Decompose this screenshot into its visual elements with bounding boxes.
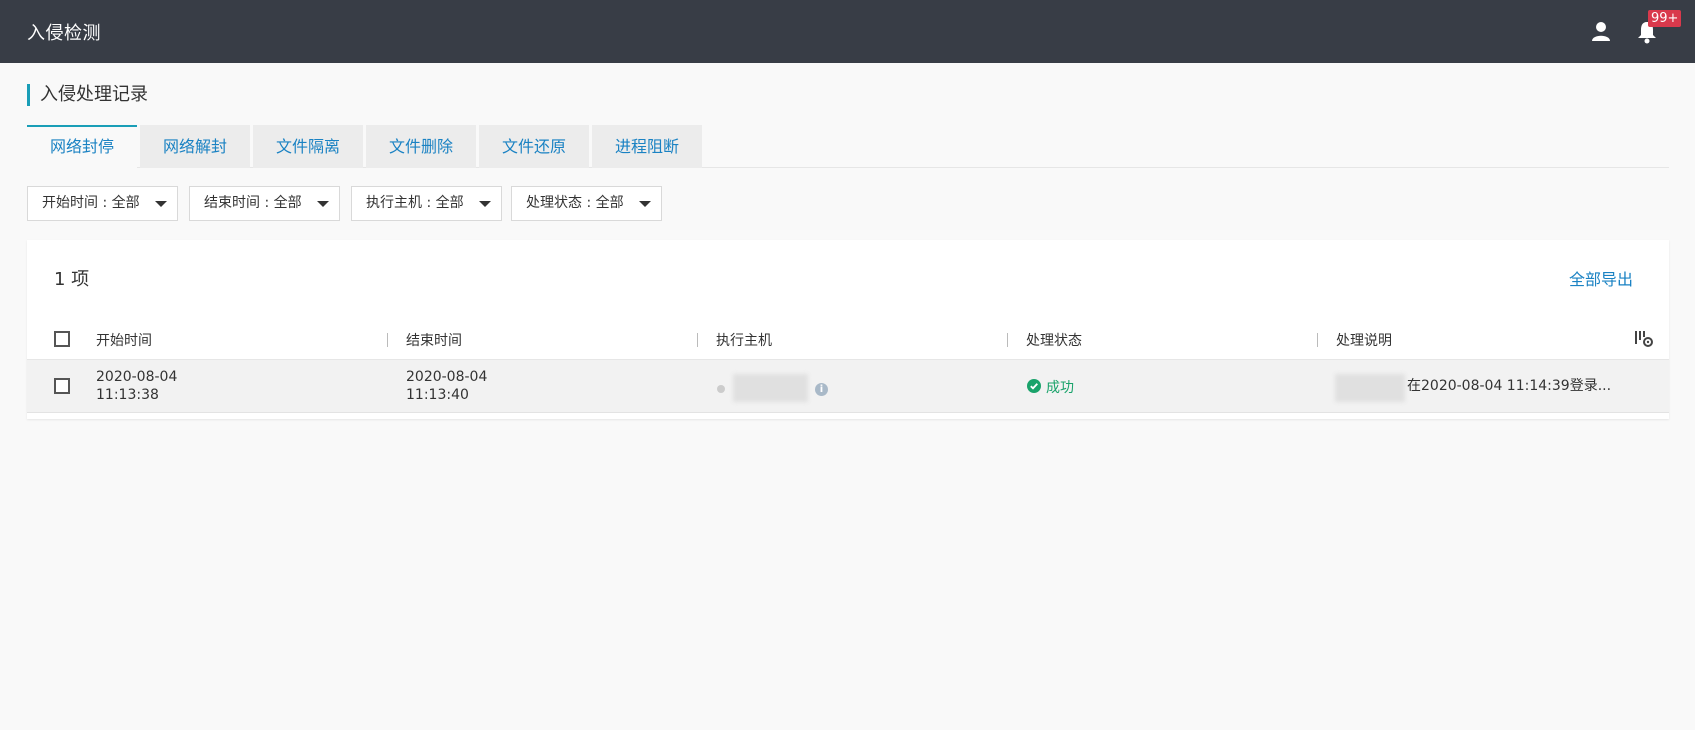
column-header-status[interactable]: 处理状态 (1026, 330, 1082, 350)
status-text: 成功 (1046, 380, 1074, 396)
tab-bar: 网络封停 网络解封 文件隔离 文件删除 文件还原 进程阻断 (27, 125, 1669, 169)
end-date: 2020-08-04 (406, 369, 488, 385)
filter-end-time[interactable]: 结束时间 : 全部 (189, 186, 340, 221)
column-header-description[interactable]: 处理说明 (1336, 330, 1392, 350)
user-icon[interactable] (1590, 20, 1612, 42)
filter-label: 执行主机 : 全部 (366, 195, 464, 211)
tab-file-restore[interactable]: 文件还原 (479, 125, 589, 168)
column-divider[interactable] (1007, 333, 1008, 347)
start-time: 11:13:38 (96, 387, 159, 403)
caret-down-icon (479, 201, 491, 207)
cell-end-time: 2020-08-04 11:13:40 (406, 368, 487, 404)
page-title: 入侵处理记录 (27, 84, 148, 106)
end-time: 11:13:40 (406, 387, 469, 403)
caret-down-icon (317, 201, 329, 207)
column-header-host[interactable]: 执行主机 (716, 330, 772, 350)
column-header-start-time[interactable]: 开始时间 (96, 330, 152, 350)
host-status-dot (717, 385, 725, 393)
top-bar: 入侵检测 99+ (0, 0, 1695, 63)
tab-network-unblock[interactable]: 网络解封 (140, 125, 250, 168)
redacted-user-name (1335, 374, 1405, 402)
column-settings-icon[interactable] (1634, 330, 1654, 348)
tab-process-block[interactable]: 进程阻断 (592, 125, 702, 168)
caret-down-icon (155, 201, 167, 207)
column-divider[interactable] (387, 333, 388, 347)
filter-label: 开始时间 : 全部 (42, 195, 140, 211)
record-count: 1 项 (54, 269, 90, 290)
table-row[interactable]: 2020-08-04 11:13:38 2020-08-04 11:13:40 … (27, 360, 1669, 413)
redacted-host-name[interactable] (733, 374, 808, 402)
tab-file-quarantine[interactable]: 文件隔离 (253, 125, 363, 168)
select-all-checkbox[interactable] (54, 331, 70, 347)
filter-label: 结束时间 : 全部 (204, 195, 302, 211)
column-divider[interactable] (697, 333, 698, 347)
column-header-end-time[interactable]: 结束时间 (406, 330, 462, 350)
records-card: 1 项 全部导出 开始时间 结束时间 执行主机 处理状态 处理说明 2020-0… (27, 240, 1669, 419)
app-title: 入侵检测 (27, 23, 101, 44)
success-check-icon (1027, 379, 1041, 393)
column-divider[interactable] (1317, 333, 1318, 347)
filter-start-time[interactable]: 开始时间 : 全部 (27, 186, 178, 221)
caret-down-icon (639, 201, 651, 207)
filter-label: 处理状态 : 全部 (526, 195, 624, 211)
info-icon[interactable]: i (815, 383, 828, 396)
row-checkbox[interactable] (54, 378, 70, 394)
filter-status[interactable]: 处理状态 : 全部 (511, 186, 662, 221)
notification-badge: 99+ (1648, 10, 1682, 27)
tab-file-delete[interactable]: 文件删除 (366, 125, 476, 168)
tab-network-block[interactable]: 网络封停 (27, 125, 137, 169)
filter-host[interactable]: 执行主机 : 全部 (351, 186, 502, 221)
cell-start-time: 2020-08-04 11:13:38 (96, 368, 177, 404)
export-all-link[interactable]: 全部导出 (1569, 266, 1633, 290)
cell-description[interactable]: 在2020-08-04 11:14:39登录... (1407, 377, 1611, 395)
table-header: 开始时间 结束时间 执行主机 处理状态 处理说明 (27, 318, 1669, 360)
start-date: 2020-08-04 (96, 369, 178, 385)
